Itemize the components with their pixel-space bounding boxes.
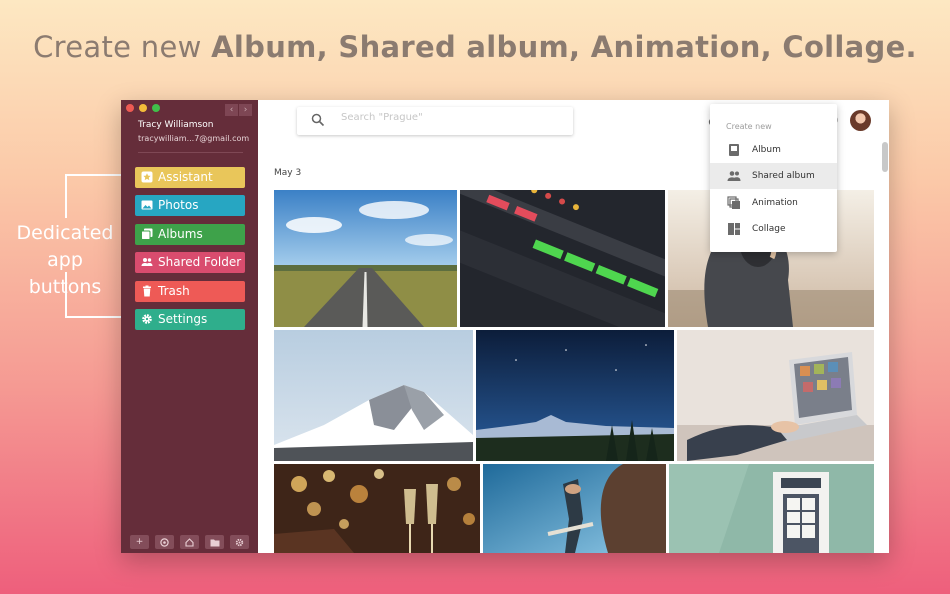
photo-snowy-mountain[interactable] xyxy=(274,330,473,461)
user-email: tracywilliam...7@gmail.com xyxy=(138,134,250,143)
menu-item-shared-album-label: Shared album xyxy=(752,171,815,181)
sidebar: ‹ › Tracy Williamson tracywilliam...7@gm… xyxy=(121,100,258,553)
star-icon xyxy=(141,171,153,183)
shared-folder-button[interactable]: Shared Folder xyxy=(135,252,245,273)
user-name: Tracy Williamson xyxy=(138,120,214,130)
albums-icon xyxy=(141,228,153,240)
help-icon[interactable] xyxy=(155,535,174,549)
shared-folder-label: Shared Folder xyxy=(158,255,242,269)
collage-icon xyxy=(728,223,740,235)
albums-button[interactable]: Albums xyxy=(135,224,245,245)
menu-item-album[interactable]: Album xyxy=(710,137,837,163)
photo-skateboarder[interactable] xyxy=(483,464,666,553)
headline-bold: Album, Shared album, Animation, Collage. xyxy=(211,30,917,64)
scrollbar[interactable] xyxy=(882,142,888,172)
menu-item-collage-label: Collage xyxy=(752,224,786,234)
callout-line-2: app buttons xyxy=(28,249,102,298)
app-window: ‹ › Tracy Williamson tracywilliam...7@gm… xyxy=(121,100,889,553)
nav-arrows: ‹ › xyxy=(225,104,252,116)
photos-label: Photos xyxy=(158,198,199,212)
minimize-window-button[interactable] xyxy=(139,104,147,112)
forward-button[interactable]: › xyxy=(239,104,252,116)
back-button[interactable]: ‹ xyxy=(225,104,238,116)
home-icon[interactable] xyxy=(180,535,199,549)
avatar[interactable] xyxy=(850,110,871,131)
add-icon[interactable]: + xyxy=(130,535,149,549)
menu-item-shared-album[interactable]: Shared album xyxy=(710,163,837,189)
callout-line-1: Dedicated xyxy=(16,222,114,244)
photo-laptop[interactable] xyxy=(677,330,874,461)
create-new-title: Create new xyxy=(726,122,772,131)
people-icon xyxy=(141,256,153,268)
menu-item-collage[interactable]: Collage xyxy=(710,216,837,242)
image-icon xyxy=(141,199,153,211)
settings-button[interactable]: Settings xyxy=(135,309,245,330)
assistant-button[interactable]: Assistant xyxy=(135,167,245,188)
headline: Create new Album, Shared album, Animatio… xyxy=(0,30,950,64)
headline-prefix: Create new xyxy=(33,30,212,64)
callout-bracket-vertical-top xyxy=(65,174,67,218)
main-area: May 3 xyxy=(258,100,889,553)
menu-item-animation[interactable]: Animation xyxy=(710,190,837,216)
sidebar-bottom-bar: + xyxy=(130,535,249,549)
photo-bokeh-champagne[interactable] xyxy=(274,464,480,553)
assistant-label: Assistant xyxy=(158,170,213,184)
trash-icon xyxy=(141,285,153,297)
trash-button[interactable]: Trash xyxy=(135,281,245,302)
folder-icon[interactable] xyxy=(205,535,224,549)
photo-mixing-console[interactable] xyxy=(460,190,665,327)
date-label: May 3 xyxy=(274,168,302,178)
trash-label: Trash xyxy=(158,284,190,298)
shared-album-icon xyxy=(727,171,741,181)
albums-label: Albums xyxy=(158,227,203,241)
menu-item-animation-label: Animation xyxy=(752,198,798,208)
callout-bracket-top xyxy=(65,174,127,176)
sidebar-divider xyxy=(138,152,243,153)
create-new-menu: Create new Album Shared album Animation … xyxy=(710,104,837,252)
settings-icon[interactable] xyxy=(230,535,249,549)
menu-item-album-label: Album xyxy=(752,145,781,155)
animation-icon xyxy=(727,196,740,209)
maximize-window-button[interactable] xyxy=(152,104,160,112)
photo-door[interactable] xyxy=(669,464,874,553)
window-controls xyxy=(126,104,160,112)
search-box[interactable] xyxy=(297,107,573,135)
album-icon xyxy=(729,144,739,156)
photo-road[interactable] xyxy=(274,190,457,327)
close-window-button[interactable] xyxy=(126,104,134,112)
settings-label: Settings xyxy=(158,312,208,326)
photos-button[interactable]: Photos xyxy=(135,195,245,216)
search-icon xyxy=(311,113,325,127)
search-input[interactable] xyxy=(341,112,561,123)
callout-bracket-bottom xyxy=(65,316,127,318)
gear-icon xyxy=(141,313,153,325)
photo-night-sky-mountains[interactable] xyxy=(476,330,674,461)
callout-text: Dedicated app buttons xyxy=(10,220,120,301)
